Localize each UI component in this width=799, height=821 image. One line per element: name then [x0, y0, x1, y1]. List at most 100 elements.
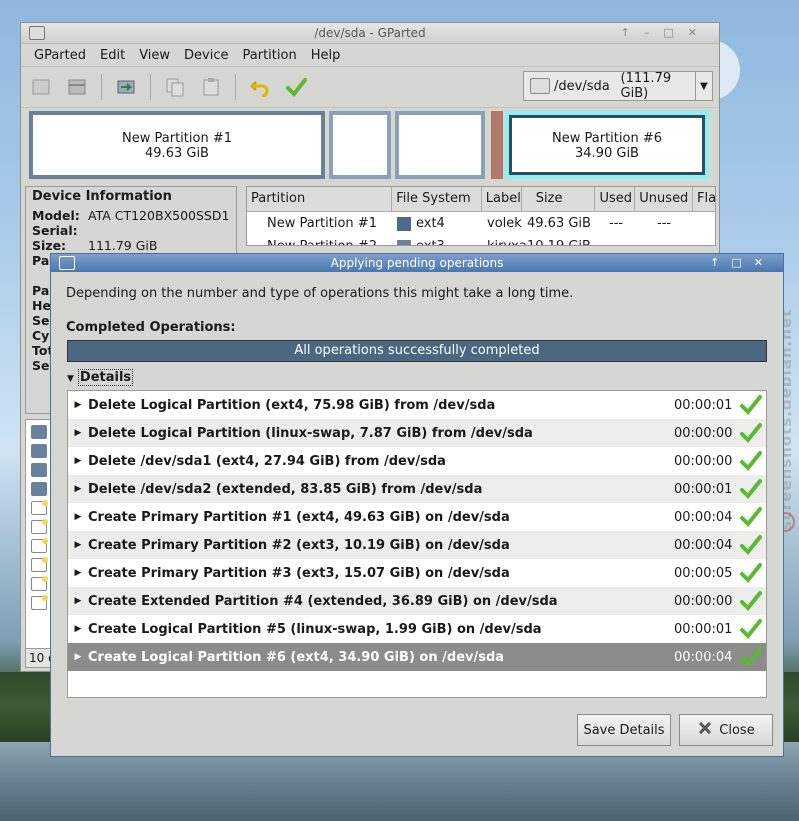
map-partition-6[interactable]: New Partition #6 34.90 GiB — [505, 111, 709, 179]
col-used[interactable]: Used — [595, 187, 636, 211]
operation-text: Create Primary Partition #3 (ext3, 15.07… — [88, 565, 510, 581]
operation-row[interactable]: ▶ Delete /dev/sda1 (ext4, 27.94 GiB) from… — [68, 447, 766, 475]
cell-label: kiryxa — [483, 235, 527, 245]
device-size: (111.79 GiB) — [620, 71, 672, 101]
success-check-icon — [736, 590, 766, 612]
menu-edit[interactable]: Edit — [93, 48, 132, 63]
operation-row[interactable]: ▶ Create Extended Partition #4 (extended,… — [68, 587, 766, 615]
cell-unused: --- — [657, 216, 672, 231]
operation-delete-icon — [31, 444, 47, 458]
operation-row[interactable]: ▶ Delete Logical Partition (linux-swap, 7… — [68, 419, 766, 447]
col-unused[interactable]: Unused — [635, 187, 694, 211]
cell-partition: New Partition #1 — [267, 216, 377, 231]
delete-partition-icon[interactable] — [65, 75, 89, 99]
cell-used: --- — [597, 235, 637, 245]
col-size[interactable]: Size — [522, 187, 596, 211]
info-row: Serial: — [32, 223, 78, 238]
col-filesystem[interactable]: File System — [392, 187, 482, 211]
map-partition-2[interactable] — [329, 111, 391, 179]
operation-create-icon — [31, 500, 48, 515]
cell-size: 10.19 GiB — [523, 235, 597, 245]
details-label: Details — [77, 369, 134, 386]
undo-icon[interactable] — [248, 75, 272, 99]
completed-operations-label: Completed Operations: — [66, 320, 236, 335]
resize-move-icon[interactable] — [114, 75, 138, 99]
expander-arrow-icon[interactable]: ▶ — [68, 400, 88, 410]
device-info-heading: Device Information — [32, 189, 172, 204]
operation-delete-icon — [31, 425, 47, 439]
partition-table: Partition File System Label Size Used Un… — [246, 186, 716, 246]
operation-time: 00:00:01 — [674, 397, 733, 413]
details-expander[interactable]: ▼ Details — [67, 369, 134, 386]
map-partition-1[interactable]: New Partition #1 49.63 GiB — [29, 111, 325, 179]
menu-bar: GParted Edit View Device Partition Help — [21, 44, 719, 67]
progress-bar: All operations successfully completed — [67, 340, 767, 362]
col-label[interactable]: Label — [482, 187, 522, 211]
expander-arrow-icon[interactable]: ▶ — [68, 540, 88, 550]
map-swap-partition[interactable] — [491, 111, 503, 179]
apply-dialog: Applying pending operations ↑□✕ Dependin… — [50, 253, 784, 757]
success-check-icon — [736, 534, 766, 556]
table-row[interactable]: New Partition #1 ext4 volek 49.63 GiB --… — [247, 212, 715, 235]
col-partition[interactable]: Partition — [247, 187, 393, 211]
menu-partition[interactable]: Partition — [236, 48, 304, 63]
operation-text: Delete Logical Partition (linux-swap, 7.… — [88, 425, 533, 441]
operation-time: 00:00:00 — [674, 425, 733, 441]
table-row[interactable]: New Partition #2 ext3 kiryxa 10.19 GiB -… — [247, 235, 715, 245]
dialog-window-controls[interactable]: ↑□✕ — [710, 254, 775, 272]
operation-create-icon — [31, 519, 48, 534]
partition-table-header: Partition File System Label Size Used Un… — [247, 187, 715, 212]
operations-list: ▶ Delete Logical Partition (ext4, 75.98 G… — [67, 390, 767, 698]
chevron-down-icon[interactable]: ▼ — [694, 72, 712, 100]
device-selector[interactable]: /dev/sda (111.79 GiB) ▼ — [523, 71, 713, 101]
operation-text: Create Extended Partition #4 (extended, … — [88, 593, 558, 609]
expander-arrow-icon[interactable]: ▶ — [68, 596, 88, 606]
map-partition-size: 49.63 GiB — [145, 146, 209, 161]
operation-text: Create Primary Partition #2 (ext3, 10.19… — [88, 537, 510, 553]
operation-create-icon — [31, 576, 48, 591]
operation-row[interactable]: ▶ Create Primary Partition #3 (ext3, 15.0… — [68, 559, 766, 587]
operation-row[interactable]: ▶ Create Primary Partition #2 (ext3, 10.1… — [68, 531, 766, 559]
window-controls[interactable]: ↑–□✕ — [621, 23, 711, 43]
col-flags[interactable]: Fla — [693, 187, 715, 211]
close-icon — [697, 720, 713, 740]
map-partition-3[interactable] — [395, 111, 485, 179]
close-button[interactable]: Close — [679, 714, 773, 746]
app-icon — [59, 256, 75, 270]
menu-help[interactable]: Help — [304, 48, 348, 63]
expander-arrow-icon[interactable]: ▶ — [68, 652, 88, 662]
cell-fs: ext4 — [416, 216, 445, 231]
operation-time: 00:00:04 — [674, 537, 733, 553]
expander-arrow-icon[interactable]: ▶ — [68, 624, 88, 634]
expander-arrow-icon: ▼ — [67, 374, 74, 384]
operation-row[interactable]: ▶ Delete Logical Partition (ext4, 75.98 G… — [68, 391, 766, 419]
info-row: Size: 111.79 GiB — [32, 238, 158, 253]
map-partition-size: 34.90 GiB — [575, 146, 639, 161]
expander-arrow-icon[interactable]: ▶ — [68, 484, 88, 494]
save-details-button[interactable]: Save Details — [577, 714, 671, 746]
menu-view[interactable]: View — [132, 48, 177, 63]
success-check-icon — [736, 478, 766, 500]
operation-row[interactable]: ▶ Create Logical Partition #6 (ext4, 34.9… — [68, 643, 766, 671]
expander-arrow-icon[interactable]: ▶ — [68, 512, 88, 522]
apply-icon[interactable] — [284, 75, 308, 99]
operation-row[interactable]: ▶ Create Logical Partition #5 (linux-swap… — [68, 615, 766, 643]
operation-row[interactable]: ▶ Delete /dev/sda2 (extended, 83.85 GiB) … — [68, 475, 766, 503]
expander-arrow-icon[interactable]: ▶ — [68, 428, 88, 438]
copy-icon[interactable] — [163, 75, 187, 99]
operation-delete-icon — [31, 482, 47, 496]
paste-icon[interactable] — [199, 75, 223, 99]
expander-arrow-icon[interactable]: ▶ — [68, 456, 88, 466]
fs-color-swatch — [397, 216, 411, 231]
menu-gparted[interactable]: GParted — [27, 48, 93, 63]
operation-text: Create Primary Partition #1 (ext4, 49.63… — [88, 509, 510, 525]
dialog-title: Applying pending operations — [330, 256, 504, 270]
cell-label: volek — [487, 216, 522, 231]
success-check-icon — [736, 450, 766, 472]
new-partition-icon[interactable] — [29, 75, 53, 99]
menu-device[interactable]: Device — [177, 48, 235, 63]
expander-arrow-icon[interactable]: ▶ — [68, 568, 88, 578]
operation-text: Delete Logical Partition (ext4, 75.98 Gi… — [88, 397, 496, 413]
operation-row[interactable]: ▶ Create Primary Partition #1 (ext4, 49.6… — [68, 503, 766, 531]
cell-fs: ext3 — [416, 239, 445, 245]
